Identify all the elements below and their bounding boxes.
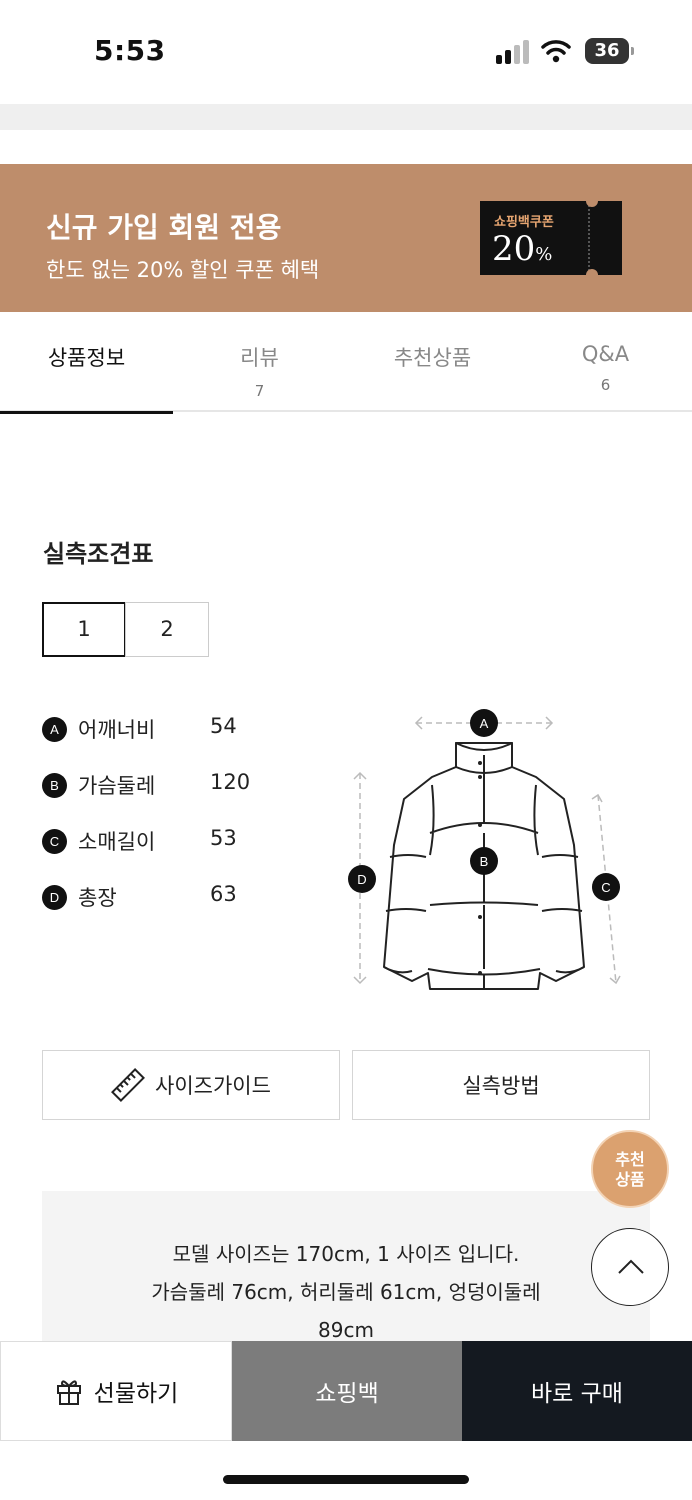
size-tab-1[interactable]: 1 bbox=[42, 602, 126, 657]
tab-reviews[interactable]: 리뷰 7 bbox=[173, 312, 346, 412]
measure-method-label: 실측방법 bbox=[462, 1074, 540, 1098]
status-bar: 5:53 36 bbox=[0, 0, 692, 104]
coupon-graphic: 쇼핑백쿠폰 20% bbox=[480, 201, 622, 275]
measure-name: 소매길이 bbox=[78, 830, 156, 854]
home-indicator bbox=[223, 1475, 469, 1484]
size-guide-label: 사이즈가이드 bbox=[155, 1074, 271, 1098]
product-tabs: 상품정보 리뷰 7 추천상품 Q&A 6 bbox=[0, 312, 692, 414]
gift-icon bbox=[56, 1380, 81, 1405]
chevron-up-icon bbox=[618, 1259, 644, 1274]
ruler-icon bbox=[111, 1068, 146, 1102]
buy-now-button[interactable]: 바로 구매 bbox=[462, 1341, 692, 1441]
measure-value: 63 bbox=[210, 882, 237, 906]
measure-value: 53 bbox=[210, 826, 237, 850]
signup-coupon-banner[interactable]: 신규 가입 회원 전용 한도 없는 20% 할인 쿠폰 혜택 쇼핑백쿠폰 20% bbox=[0, 164, 692, 312]
tab-qna[interactable]: Q&A 6 bbox=[519, 312, 692, 412]
model-size-info: 모델 사이즈는 170cm, 1 사이즈 입니다. 가슴둘레 76cm, 허리둘… bbox=[42, 1191, 650, 1351]
measure-name: 총장 bbox=[78, 886, 117, 910]
battery-icon: 36 bbox=[585, 38, 635, 64]
model-info-line: 모델 사이즈는 170cm, 1 사이즈 입니다. bbox=[172, 1242, 520, 1266]
marker-badge: C bbox=[42, 829, 67, 854]
measure-method-button[interactable]: 실측방법 bbox=[352, 1050, 650, 1120]
scroll-top-button[interactable] bbox=[591, 1228, 669, 1306]
bottom-action-bar: 선물하기 쇼핑백 바로 구매 bbox=[0, 1341, 692, 1441]
diagram-marker-c: C bbox=[601, 880, 610, 895]
measure-value: 120 bbox=[210, 770, 251, 794]
status-time: 5:53 bbox=[94, 34, 166, 67]
size-tab-2[interactable]: 2 bbox=[125, 602, 209, 657]
diagram-marker-a: A bbox=[480, 716, 489, 731]
top-divider bbox=[0, 104, 692, 130]
size-guide-button[interactable]: 사이즈가이드 bbox=[42, 1050, 340, 1120]
measure-name: 가슴둘레 bbox=[78, 774, 156, 798]
gift-label: 선물하기 bbox=[93, 1381, 179, 1407]
recommend-floating-button[interactable]: 추천 상품 bbox=[591, 1130, 669, 1208]
measure-value: 54 bbox=[210, 714, 237, 738]
diagram-marker-d: D bbox=[357, 872, 366, 887]
model-info-line: 가슴둘레 76cm, 허리둘레 61cm, 엉덩이둘레 bbox=[151, 1280, 541, 1304]
gift-button[interactable]: 선물하기 bbox=[0, 1341, 232, 1441]
coupon-value: 20% bbox=[492, 229, 553, 269]
tab-recommended[interactable]: 추천상품 bbox=[346, 312, 519, 412]
jacket-measure-diagram: A B C D bbox=[348, 709, 621, 990]
measure-name: 어깨너비 bbox=[78, 718, 156, 742]
diagram-marker-b: B bbox=[480, 854, 489, 869]
wifi-icon bbox=[541, 40, 571, 63]
banner-subtitle: 한도 없는 20% 할인 쿠폰 혜택 bbox=[46, 258, 320, 282]
review-count: 7 bbox=[254, 382, 265, 400]
qna-count: 6 bbox=[600, 376, 611, 394]
marker-badge: A bbox=[42, 717, 67, 742]
add-to-bag-button[interactable]: 쇼핑백 bbox=[232, 1341, 462, 1441]
banner-title: 신규 가입 회원 전용 bbox=[46, 211, 282, 244]
marker-badge: D bbox=[42, 885, 67, 910]
battery-level: 36 bbox=[585, 38, 629, 64]
size-chart-title: 실측조견표 bbox=[43, 540, 154, 568]
coupon-label: 쇼핑백쿠폰 bbox=[494, 215, 554, 230]
marker-badge: B bbox=[42, 773, 67, 798]
tab-product-info[interactable]: 상품정보 bbox=[0, 312, 173, 414]
signal-icon bbox=[496, 40, 532, 64]
